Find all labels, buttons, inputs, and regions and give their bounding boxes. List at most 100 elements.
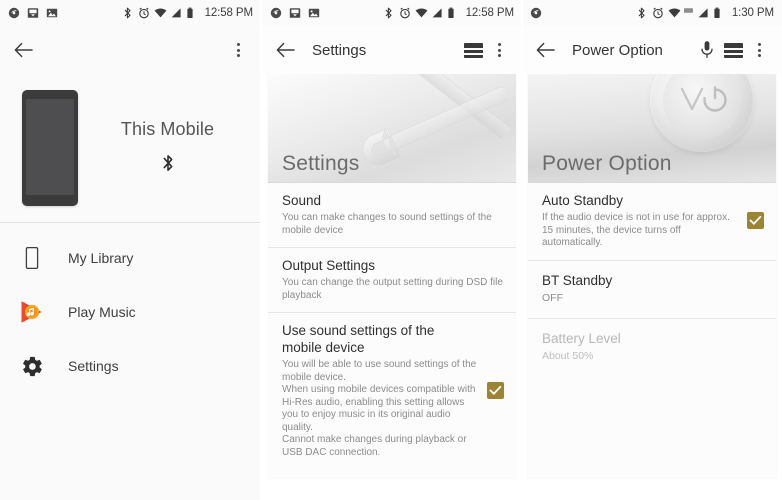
status-bar-left-icons bbox=[530, 7, 636, 19]
device-meta: This Mobile bbox=[78, 119, 257, 178]
panel-separator-1 bbox=[260, 0, 262, 500]
wrenches-illustration: Settings bbox=[268, 74, 516, 182]
alarm-icon bbox=[652, 7, 664, 19]
settings-row-text: Sound You can make changes to sound sett… bbox=[282, 192, 504, 237]
app-bar bbox=[0, 26, 261, 74]
alarm-icon bbox=[138, 7, 150, 19]
microphone-icon[interactable] bbox=[694, 37, 720, 63]
bluetooth-icon bbox=[122, 7, 134, 19]
status-bar-left-icons bbox=[8, 7, 122, 19]
nav-list: My Library Play Music Settings bbox=[0, 223, 261, 393]
settings-row-text: BT Standby OFF bbox=[542, 272, 764, 305]
settings-list: Sound You can make changes to sound sett… bbox=[268, 182, 516, 469]
settings-row-checkbox[interactable] bbox=[487, 382, 504, 399]
browser-icon bbox=[8, 7, 20, 19]
sidebar-item-play-music[interactable]: Play Music bbox=[0, 285, 261, 339]
power-button-illustration: Power Option bbox=[528, 74, 776, 182]
back-arrow-icon[interactable] bbox=[10, 37, 36, 63]
browser-icon bbox=[270, 7, 282, 19]
smartphone-illustration bbox=[22, 90, 78, 206]
settings-row-title: Battery Level bbox=[542, 330, 621, 346]
alarm-icon bbox=[399, 7, 411, 19]
device-hero: This Mobile bbox=[0, 74, 261, 222]
panel-separator-2 bbox=[521, 0, 523, 500]
device-panel: 12:58 PM This Mobile My Library Play Mus… bbox=[0, 0, 261, 500]
power-option-panel: 1:30 PM Power Option Power Option Auto S… bbox=[522, 0, 782, 500]
settings-row-bt-standby[interactable]: BT Standby OFF bbox=[528, 259, 776, 318]
settings-row-description: You can change the output setting during… bbox=[282, 277, 503, 301]
back-arrow-icon[interactable] bbox=[532, 37, 558, 63]
hero-title: Power Option bbox=[542, 152, 672, 175]
sidebar-item-label: Settings bbox=[68, 358, 119, 374]
settings-row-text: Auto Standby If the audio device is not … bbox=[542, 192, 737, 250]
settings-row-output-settings[interactable]: Output Settings You can change the outpu… bbox=[268, 247, 516, 312]
power-symbol-icon bbox=[650, 74, 754, 152]
play-music-icon bbox=[18, 298, 46, 326]
status-bar-left-icons bbox=[270, 7, 383, 19]
equalizer-icon[interactable] bbox=[460, 37, 486, 63]
settings-row-sound[interactable]: Sound You can make changes to sound sett… bbox=[268, 182, 516, 247]
status-bar: 12:58 PM bbox=[0, 0, 261, 26]
more-vertical-icon[interactable] bbox=[486, 37, 512, 63]
image-icon bbox=[46, 7, 58, 19]
settings-row-checkbox[interactable] bbox=[747, 212, 764, 230]
settings-row-value: About 50% bbox=[542, 349, 594, 362]
hero-title: Settings bbox=[282, 152, 360, 175]
power-button-ring bbox=[650, 74, 754, 152]
sidebar-item-label: My Library bbox=[68, 250, 134, 266]
equalizer-icon[interactable] bbox=[720, 37, 746, 63]
bluetooth-icon bbox=[636, 7, 648, 19]
status-bar-right-icons: 1:30 PM bbox=[636, 7, 774, 19]
overflow-dots bbox=[236, 43, 240, 57]
status-bar: 1:30 PM bbox=[522, 0, 782, 26]
bluetooth-icon bbox=[161, 154, 175, 172]
battery-icon bbox=[713, 7, 725, 19]
equalizer-glyph bbox=[463, 42, 483, 58]
checkbox-checked[interactable] bbox=[747, 212, 764, 230]
wifi-icon bbox=[415, 7, 427, 19]
settings-sheet: Settings Sound You can make changes to s… bbox=[268, 74, 516, 478]
settings-row-text: Battery Level About 50% bbox=[542, 330, 764, 363]
image-icon bbox=[308, 7, 320, 19]
overflow-dots bbox=[497, 43, 501, 57]
settings-row-text: Output Settings You can change the outpu… bbox=[282, 257, 504, 302]
status-bar-right-icons: 12:58 PM bbox=[122, 7, 253, 19]
page-title: Power Option bbox=[572, 41, 663, 59]
settings-row-value: OFF bbox=[542, 291, 563, 304]
status-bar-right-icons: 12:58 PM bbox=[383, 7, 514, 19]
device-panel-body: This Mobile My Library Play Music Settin… bbox=[0, 74, 261, 500]
settings-row-title: Sound bbox=[282, 193, 322, 208]
gear-icon bbox=[18, 352, 46, 380]
more-vertical-icon[interactable] bbox=[746, 37, 772, 63]
power-option-sheet: Power Option Auto Standby If the audio d… bbox=[528, 74, 776, 478]
settings-row-text: Use sound settings of the mobile device … bbox=[282, 322, 477, 459]
sidebar-item-settings[interactable]: Settings bbox=[0, 339, 261, 393]
smartphone-icon bbox=[18, 244, 46, 272]
download-icon bbox=[27, 7, 39, 19]
settings-row-use-sound-settings[interactable]: Use sound settings of the mobile device … bbox=[268, 312, 516, 469]
settings-row-description: You will be able to use sound settings o… bbox=[282, 359, 477, 458]
device-name: This Mobile bbox=[120, 118, 215, 139]
screenshot-stage: 12:58 PM This Mobile My Library Play Mus… bbox=[0, 0, 782, 500]
power-option-list: Auto Standby If the audio device is not … bbox=[528, 182, 776, 376]
settings-row-title: Output Settings bbox=[282, 258, 376, 273]
back-arrow-icon[interactable] bbox=[272, 37, 298, 63]
wifi-icon bbox=[154, 7, 166, 19]
battery-icon bbox=[447, 7, 459, 19]
status-bar: 12:58 PM bbox=[262, 0, 522, 26]
bluetooth-icon bbox=[383, 7, 395, 19]
settings-row-title: Use sound settings of the mobile device bbox=[282, 323, 435, 355]
signal-icon bbox=[170, 7, 182, 19]
page-title: Settings bbox=[312, 41, 367, 59]
settings-row-auto-standby[interactable]: Auto Standby If the audio device is not … bbox=[528, 182, 776, 260]
signal-icon bbox=[697, 7, 709, 19]
settings-panel: 12:58 PM Settings Settings Sound You can… bbox=[261, 0, 522, 500]
settings-row-battery-level: Battery Level About 50% bbox=[528, 317, 776, 376]
checkbox-checked[interactable] bbox=[487, 382, 504, 399]
more-vertical-icon[interactable] bbox=[225, 37, 251, 63]
sidebar-item-my-library[interactable]: My Library bbox=[0, 231, 261, 285]
settings-row-title: BT Standby bbox=[542, 272, 613, 288]
overflow-dots bbox=[757, 43, 761, 57]
status-bar-time: 12:58 PM bbox=[465, 7, 515, 19]
sidebar-item-label: Play Music bbox=[68, 304, 136, 320]
